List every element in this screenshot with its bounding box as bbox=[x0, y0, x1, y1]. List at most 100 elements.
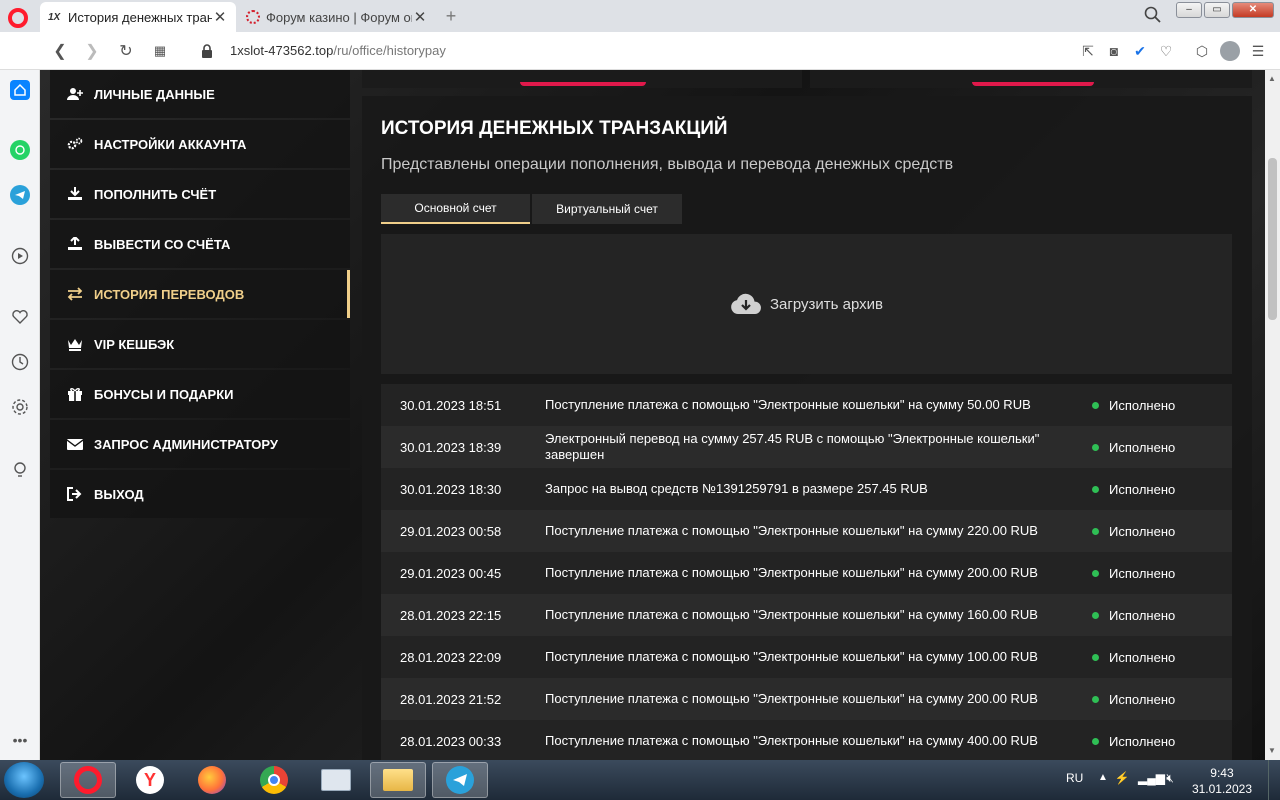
back-icon[interactable]: ❮ bbox=[50, 41, 70, 61]
menu-item-label: БОНУСЫ И ПОДАРКИ bbox=[94, 386, 234, 402]
lightbulb-icon[interactable] bbox=[10, 460, 30, 480]
table-row: 28.01.2023 21:52 Поступление платежа с п… bbox=[381, 678, 1232, 720]
camera-icon[interactable]: ◙ bbox=[1106, 43, 1122, 59]
card-action-button[interactable] bbox=[972, 82, 1094, 86]
status-label: Исполнено bbox=[1109, 565, 1176, 581]
page-scrollbar[interactable]: ▲ ▼ bbox=[1265, 70, 1280, 760]
row-description: Поступление платежа с помощью "Электронн… bbox=[545, 691, 1038, 706]
speed-dial-icon[interactable]: ▦ bbox=[150, 41, 170, 61]
language-indicator[interactable]: RU bbox=[1066, 771, 1083, 785]
taskbar-explorer[interactable] bbox=[370, 762, 426, 798]
clock-date: 31.01.2023 bbox=[1191, 782, 1252, 796]
row-description: Поступление платежа с помощью "Электронн… bbox=[545, 565, 1038, 580]
easy-setup-icon[interactable]: ☰ bbox=[1250, 43, 1266, 59]
new-tab-icon[interactable]: + bbox=[441, 6, 461, 26]
status-dot bbox=[1092, 485, 1099, 493]
home-icon[interactable] bbox=[10, 80, 30, 100]
menu-item-withdraw[interactable]: ВЫВЕСТИ СО СЧЁТА bbox=[50, 220, 350, 268]
top-card bbox=[362, 70, 802, 88]
table-row: 30.01.2023 18:39 Электронный перевод на … bbox=[381, 426, 1232, 468]
opera-menu-icon[interactable] bbox=[8, 8, 28, 28]
show-desktop-button[interactable] bbox=[1268, 760, 1280, 800]
row-status: Исполнено bbox=[1092, 734, 1232, 749]
reload-icon[interactable]: ↻ bbox=[116, 41, 136, 61]
keyboard-icon bbox=[321, 769, 351, 791]
archive-box: Загрузить архив bbox=[381, 234, 1232, 374]
shield-check-icon[interactable]: ✔ bbox=[1132, 43, 1148, 59]
clock[interactable]: 9:43 31.01.2023 bbox=[1192, 765, 1252, 797]
taskbar-firefox[interactable] bbox=[184, 762, 240, 798]
status-label: Исполнено bbox=[1109, 691, 1176, 707]
row-description: Поступление платежа с помощью "Электронн… bbox=[545, 397, 1031, 412]
more-dots-icon[interactable]: ••• bbox=[10, 730, 30, 750]
status-dot bbox=[1092, 695, 1099, 703]
cube-icon[interactable]: ⬡ bbox=[1194, 43, 1210, 59]
whatsapp-icon[interactable] bbox=[10, 140, 30, 160]
upload-icon bbox=[66, 235, 84, 253]
menu-item-deposit[interactable]: ПОПОЛНИТЬ СЧЁТ bbox=[50, 170, 350, 218]
bookmarks-heart-icon[interactable] bbox=[10, 307, 30, 327]
power-icon[interactable]: ⚡ bbox=[1114, 771, 1130, 787]
row-date: 29.01.2023 00:45 bbox=[400, 565, 502, 581]
status-dot bbox=[1092, 527, 1099, 535]
row-description: Поступление платежа с помощью "Электронн… bbox=[545, 607, 1038, 622]
tray-expand-icon[interactable]: ▲ bbox=[1098, 772, 1108, 783]
scroll-down-icon[interactable]: ▼ bbox=[1268, 746, 1276, 755]
card-action-button[interactable] bbox=[520, 82, 646, 86]
settings-gear-icon[interactable] bbox=[10, 397, 30, 417]
menu-item-personal-data[interactable]: ЛИЧНЫЕ ДАННЫЕ bbox=[50, 70, 350, 118]
player-icon[interactable] bbox=[10, 246, 30, 266]
menu-item-bonuses[interactable]: БОНУСЫ И ПОДАРКИ bbox=[50, 370, 350, 418]
folder-icon bbox=[383, 769, 413, 791]
menu-item-label: VIP КЕШБЭК bbox=[94, 336, 175, 352]
network-signal-icon[interactable]: ▂▄▆ bbox=[1138, 771, 1165, 787]
taskbar-yandex[interactable]: Y bbox=[122, 762, 178, 798]
page-content: ЛИЧНЫЕ ДАННЫЕ НАСТРОЙКИ АККАУНТА ПОПОЛНИ… bbox=[40, 70, 1265, 760]
status-label: Исполнено bbox=[1109, 649, 1176, 665]
scroll-up-icon[interactable]: ▲ bbox=[1268, 74, 1276, 83]
menu-item-logout[interactable]: ВЫХОД bbox=[50, 470, 350, 518]
menu-item-vip-cashback[interactable]: VIP КЕШБЭК bbox=[50, 320, 350, 368]
taskbar-telegram[interactable] bbox=[432, 762, 488, 798]
tab-forum[interactable]: Форум казино | Форум он ✕ bbox=[238, 2, 436, 32]
tab-history[interactable]: 1X История денежных транза ✕ bbox=[40, 2, 236, 32]
maximize-icon[interactable]: ▭ bbox=[1204, 2, 1230, 18]
row-date: 28.01.2023 22:09 bbox=[400, 649, 502, 665]
menu-item-transfer-history[interactable]: ИСТОРИЯ ПЕРЕВОДОВ bbox=[50, 270, 350, 318]
url-field[interactable]: 1xslot-473562.top/ru/office/historypay bbox=[230, 43, 446, 58]
transfer-arrows-icon bbox=[66, 285, 84, 303]
account-tabs: Основной счет Виртуальный счет bbox=[381, 194, 682, 224]
address-bar-actions: ⇱ ◙ ✔ ♡ ⬡ ☰ bbox=[1080, 41, 1266, 61]
taskbar-keyboard[interactable] bbox=[308, 762, 364, 798]
page-title: ИСТОРИЯ ДЕНЕЖНЫХ ТРАНЗАКЦИЙ bbox=[381, 118, 728, 139]
lock-icon[interactable] bbox=[200, 43, 214, 59]
chrome-icon bbox=[260, 766, 288, 794]
forward-icon[interactable]: ❯ bbox=[82, 41, 102, 61]
row-status: Исполнено bbox=[1092, 692, 1232, 707]
browser-tab-strip: 1X История денежных транза ✕ Форум казин… bbox=[0, 0, 1280, 32]
share-icon[interactable]: ⇱ bbox=[1080, 43, 1096, 59]
status-label: Исполнено bbox=[1109, 733, 1176, 749]
menu-item-account-settings[interactable]: НАСТРОЙКИ АККАУНТА bbox=[50, 120, 350, 168]
minimize-icon[interactable]: – bbox=[1176, 2, 1202, 18]
heart-icon[interactable]: ♡ bbox=[1158, 43, 1174, 59]
tab-virtual-account[interactable]: Виртуальный счет bbox=[532, 194, 682, 224]
tab-search-icon[interactable] bbox=[1144, 6, 1162, 24]
tab-main-account[interactable]: Основной счет bbox=[381, 194, 530, 224]
avatar[interactable] bbox=[1220, 41, 1240, 61]
table-row: 30.01.2023 18:51 Поступление платежа с п… bbox=[381, 384, 1232, 426]
taskbar-opera[interactable] bbox=[60, 762, 116, 798]
taskbar-chrome[interactable] bbox=[246, 762, 302, 798]
history-clock-icon[interactable] bbox=[10, 352, 30, 372]
scroll-thumb[interactable] bbox=[1268, 158, 1277, 320]
close-tab-icon[interactable]: ✕ bbox=[412, 8, 428, 26]
window-close-icon[interactable]: ✕ bbox=[1232, 2, 1274, 18]
close-tab-icon[interactable]: ✕ bbox=[212, 8, 228, 26]
row-status: Исполнено bbox=[1092, 524, 1232, 539]
menu-item-contact-admin[interactable]: ЗАПРОС АДМИНИСТРАТОРУ bbox=[50, 420, 350, 468]
top-card bbox=[810, 70, 1252, 88]
start-button-icon[interactable] bbox=[4, 762, 44, 798]
load-archive-button[interactable]: Загрузить архив bbox=[730, 292, 883, 316]
telegram-icon[interactable] bbox=[10, 185, 30, 205]
volume-muted-icon[interactable]: 🔇︎ bbox=[1162, 771, 1178, 787]
